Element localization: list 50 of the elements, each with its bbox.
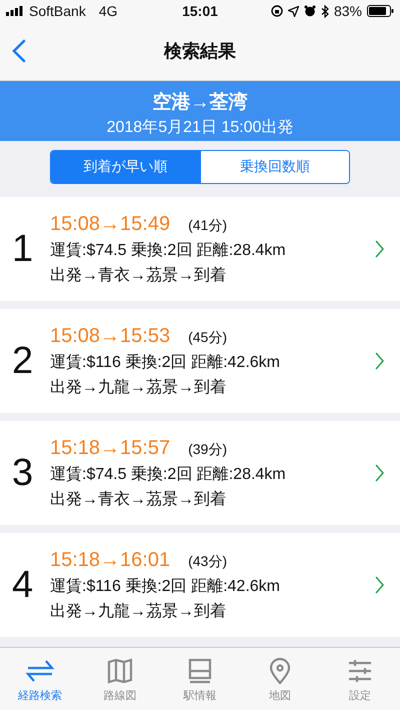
map-icon: [105, 656, 135, 686]
time-range: 15:18→15:57: [50, 436, 170, 460]
route-path: 出発→九龍→茘景→到着: [50, 602, 227, 622]
duration: (41分): [188, 216, 228, 234]
tab-bar-item[interactable]: 経路検索: [0, 648, 80, 710]
route-path: 出発→九龍→茘景→到着: [50, 378, 227, 398]
time-range: 15:18→16:01: [50, 548, 170, 572]
route-path: 出発→青衣→茘景→到着: [50, 266, 227, 286]
time-range: 15:08→15:49: [50, 212, 170, 236]
chevron-icon: [375, 352, 384, 370]
result-number: 3: [12, 452, 34, 494]
location-icon: [288, 6, 299, 16]
screen-title: 検索結果: [164, 40, 236, 63]
result-number: 2: [12, 340, 34, 382]
bluetooth-icon: [320, 4, 329, 18]
tab-bar-item[interactable]: 設定: [320, 648, 400, 710]
tab-bar-item[interactable]: 路線図: [80, 648, 160, 710]
result-card[interactable]: 1 15:08→15:49 (41分) 運賃:$74.5 乗換:2回 距離:28.4km 出発→青衣→茘景→到着: [0, 197, 400, 301]
alarm-icon: [304, 5, 316, 17]
battery-percent: 83%: [334, 3, 362, 19]
fare-details: 運賃:$74.5 乗換:2回 距離:28.4km: [50, 464, 287, 484]
chevron-icon: [375, 576, 384, 594]
rotation-lock-icon: [270, 5, 283, 17]
chevron-icon: [375, 240, 384, 258]
fare-details: 運賃:$116 乗換:2回 距離:42.6km: [50, 576, 281, 596]
departure-time: 2018年5月21日 15:00出発: [106, 118, 294, 138]
duration: (45分): [188, 328, 228, 346]
back-icon[interactable]: [12, 39, 26, 63]
fare-details: 運賃:$116 乗換:2回 距離:42.6km: [50, 352, 281, 372]
route-path: 出発→青衣→茘景→到着: [50, 490, 227, 510]
time-range: 15:08→15:53: [50, 324, 170, 348]
result-card[interactable]: 4 15:18→16:01 (43分) 運賃:$116 乗換:2回 距離:42.6km 出発→九龍→茘景→到着: [0, 533, 400, 637]
carrier-name: SoftBank: [29, 3, 86, 19]
tab-bar-item[interactable]: 駅情報: [160, 648, 240, 710]
sort-tab[interactable]: 乗換回数順: [200, 151, 349, 183]
chevron-icon: [375, 464, 384, 482]
network-type: 4G: [98, 3, 118, 19]
result-number: 1: [12, 228, 34, 270]
battery-icon: [367, 5, 394, 17]
result-number: 4: [12, 564, 34, 606]
duration: (43分): [188, 552, 228, 570]
result-card[interactable]: 3 15:18→15:57 (39分) 運賃:$74.5 乗換:2回 距離:28.4km 出発→青衣→茘景→到着: [0, 421, 400, 525]
result-card[interactable]: 2 15:08→15:53 (45分) 運賃:$116 乗換:2回 距離:42.6km 出発→九龍→茘景→到着: [0, 309, 400, 413]
duration: (39分): [188, 440, 228, 458]
fare-details: 運賃:$74.5 乗換:2回 距離:28.4km: [50, 240, 287, 260]
sort-tab[interactable]: 到着が早い順: [51, 151, 200, 183]
status-time: 15:01: [182, 3, 218, 19]
signal-icon: [6, 6, 24, 16]
tab-bar-item[interactable]: 地図: [240, 648, 320, 710]
route-title: 空港→荃湾: [152, 90, 248, 115]
